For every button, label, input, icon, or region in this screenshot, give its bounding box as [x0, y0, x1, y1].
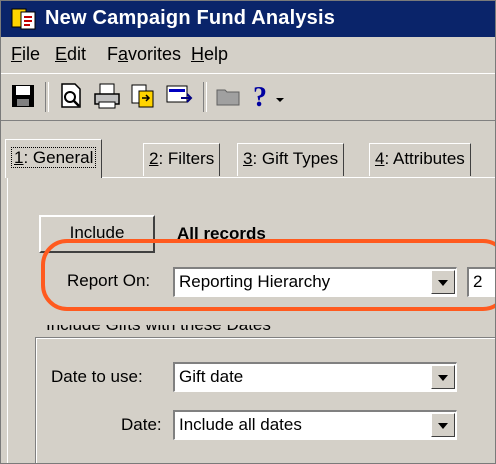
- application-window: New Campaign Fund Analysis File Edit Fav…: [0, 0, 496, 464]
- date-to-use-label: Date to use:: [51, 367, 143, 386]
- date-value: Include all dates: [179, 415, 302, 434]
- menu-favorites[interactable]: Favorites: [107, 44, 181, 65]
- campaign-report-icon: [11, 8, 36, 30]
- toolbar-separator: [45, 82, 49, 112]
- date-label: Date:: [121, 415, 162, 434]
- menu-edit[interactable]: Edit: [55, 44, 86, 65]
- window-title: New Campaign Fund Analysis: [45, 7, 336, 29]
- date-dropdown[interactable]: Include all dates: [173, 410, 457, 440]
- help-glyph: ?: [253, 82, 267, 112]
- toolbar-separator: [203, 82, 207, 112]
- tab-filters[interactable]: 2: Filters: [143, 143, 221, 176]
- chevron-down-icon[interactable]: [431, 413, 455, 437]
- dates-group-title: Include Gifts with these Dates: [43, 325, 274, 337]
- tab-attributes[interactable]: 4: Attributes: [369, 143, 471, 176]
- folder-icon[interactable]: [213, 80, 245, 112]
- menu-help[interactable]: Help: [191, 44, 228, 65]
- date-to-use-value: Gift date: [179, 367, 244, 386]
- chevron-down-icon[interactable]: [431, 365, 455, 389]
- toolbar: ?: [1, 73, 495, 121]
- title-bar[interactable]: New Campaign Fund Analysis: [1, 1, 495, 37]
- date-to-use-dropdown[interactable]: Gift date: [173, 362, 457, 392]
- tab-general[interactable]: 1: General: [5, 139, 103, 178]
- save-icon[interactable]: [7, 80, 39, 112]
- dates-groupbox: [35, 337, 495, 463]
- chevron-down-icon[interactable]: [273, 80, 287, 112]
- tab-gift-types[interactable]: 3: Gift Types: [237, 143, 345, 176]
- print-icon[interactable]: [91, 80, 123, 112]
- send-icon[interactable]: [163, 80, 195, 112]
- export-icon[interactable]: [127, 80, 159, 112]
- highlight-annotation: [41, 239, 495, 311]
- menu-bar: File Edit Favorites Help: [1, 37, 495, 71]
- print-preview-icon[interactable]: [55, 80, 87, 112]
- menu-file[interactable]: File: [11, 44, 40, 65]
